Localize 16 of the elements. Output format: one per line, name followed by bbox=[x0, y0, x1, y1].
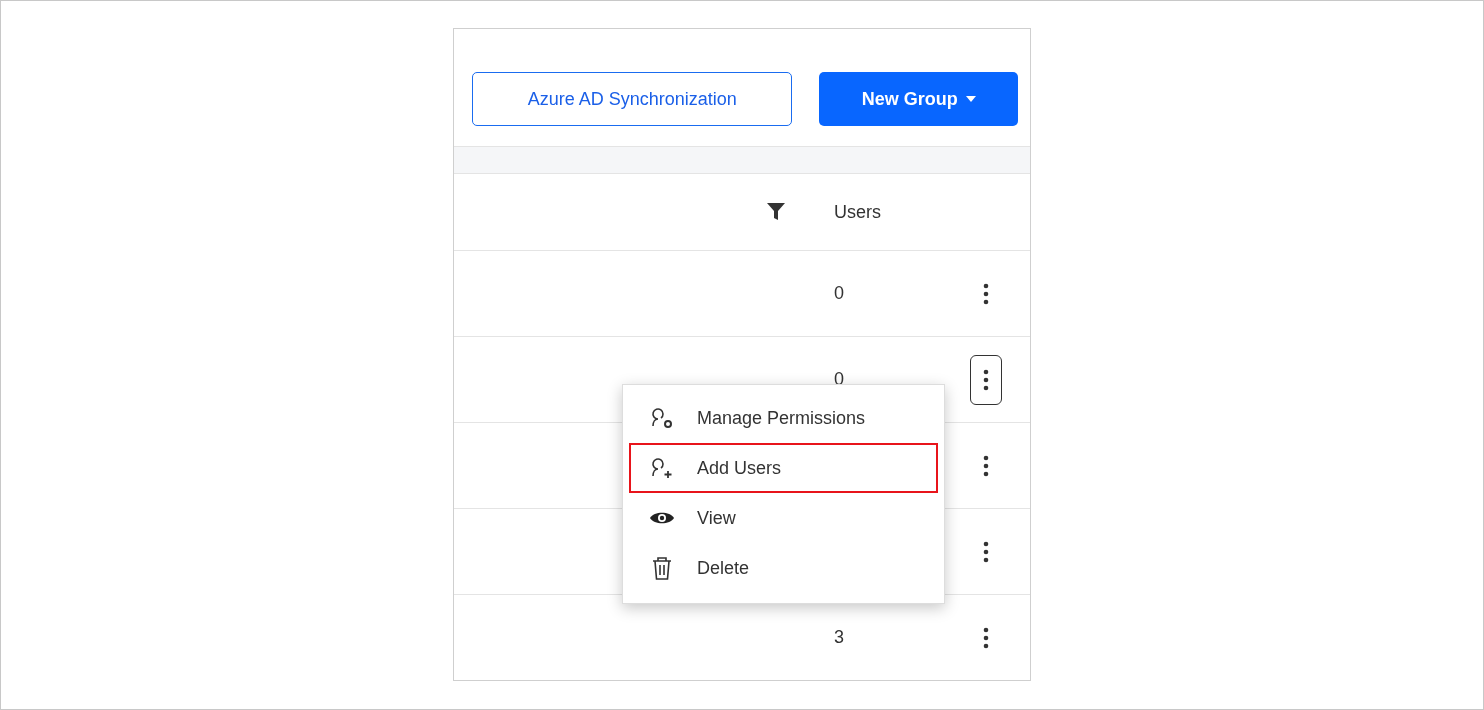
sync-button[interactable]: Azure AD Synchronization bbox=[472, 72, 793, 126]
caret-icon bbox=[965, 96, 976, 102]
more-options-button[interactable] bbox=[970, 354, 1002, 405]
kebab-icon bbox=[983, 368, 989, 391]
user-plus-icon bbox=[649, 455, 675, 481]
filter-icon[interactable] bbox=[766, 202, 786, 222]
kebab-icon bbox=[983, 540, 989, 563]
kebab-icon bbox=[983, 454, 989, 477]
kebab-icon bbox=[983, 626, 989, 649]
new-group-button[interactable]: New Group bbox=[819, 72, 1018, 126]
table-cell-text: 3 bbox=[834, 626, 845, 649]
column-header: Users bbox=[834, 200, 882, 224]
kebab-icon bbox=[983, 282, 989, 305]
user-gear-icon bbox=[649, 405, 675, 431]
table-cell-text: 0 bbox=[834, 282, 845, 305]
menu-item[interactable]: Add Users bbox=[629, 443, 938, 493]
